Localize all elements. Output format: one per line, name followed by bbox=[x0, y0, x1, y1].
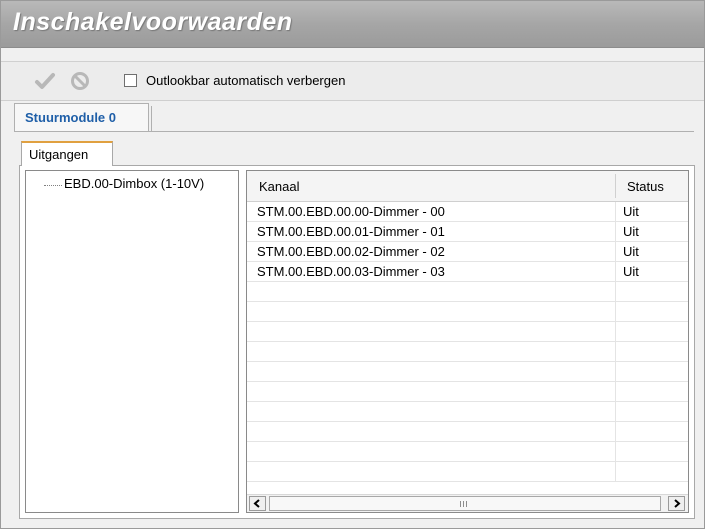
table-row[interactable]: STM.00.EBD.00.00-Dimmer - 00 Uit bbox=[247, 202, 688, 222]
tab-uitgangen-label: Uitgangen bbox=[29, 147, 89, 162]
empty-row bbox=[247, 422, 688, 442]
empty-row bbox=[247, 402, 688, 422]
empty-row bbox=[247, 382, 688, 402]
scroll-right-button[interactable] bbox=[668, 496, 685, 511]
empty-row bbox=[247, 462, 688, 482]
tab-stuurmodule[interactable]: Stuurmodule 0 bbox=[14, 103, 149, 131]
empty-row bbox=[247, 362, 688, 382]
scroll-left-button[interactable] bbox=[249, 496, 266, 511]
empty-row bbox=[247, 282, 688, 302]
cell-kanaal: STM.00.EBD.00.02-Dimmer - 02 bbox=[257, 244, 445, 259]
empty-row bbox=[247, 302, 688, 322]
cell-status: Uit bbox=[623, 264, 639, 279]
tree-item[interactable]: EBD.00-Dimbox (1-10V) bbox=[62, 175, 206, 192]
table-row[interactable]: STM.00.EBD.00.03-Dimmer - 03 Uit bbox=[247, 262, 688, 282]
main-window: Inschakelvoorwaarden Outlookbar automati… bbox=[0, 0, 705, 529]
auto-hide-checkbox[interactable] bbox=[124, 74, 137, 87]
column-header-kanaal[interactable]: Kanaal bbox=[259, 179, 299, 194]
checkmark-icon[interactable] bbox=[34, 70, 56, 92]
tab-divider bbox=[151, 106, 160, 132]
table-row[interactable]: STM.00.EBD.00.01-Dimmer - 01 Uit bbox=[247, 222, 688, 242]
scrollbar-thumb[interactable] bbox=[269, 496, 661, 511]
title-bar: Inschakelvoorwaarden bbox=[1, 1, 704, 48]
cell-kanaal: STM.00.EBD.00.03-Dimmer - 03 bbox=[257, 264, 445, 279]
channel-grid: Kanaal Status STM.00.EBD.00.00-Dimmer - … bbox=[246, 170, 689, 513]
cancel-icon[interactable] bbox=[69, 70, 91, 92]
cell-status: Uit bbox=[623, 224, 639, 239]
cell-kanaal: STM.00.EBD.00.00-Dimmer - 00 bbox=[257, 204, 445, 219]
grid-rows: STM.00.EBD.00.00-Dimmer - 00 Uit STM.00.E… bbox=[247, 202, 688, 482]
window-title: Inschakelvoorwaarden bbox=[13, 8, 293, 36]
chevron-right-icon bbox=[674, 499, 681, 508]
column-separator[interactable] bbox=[615, 174, 616, 198]
tab-stuurmodule-label: Stuurmodule 0 bbox=[25, 110, 117, 125]
column-header-status[interactable]: Status bbox=[627, 179, 664, 194]
grip-icon bbox=[460, 501, 468, 507]
chevron-left-icon bbox=[253, 499, 260, 508]
module-tree: EBD.00-Dimbox (1-10V) bbox=[25, 170, 239, 513]
cell-status: Uit bbox=[623, 244, 639, 259]
grid-header: Kanaal Status bbox=[247, 171, 688, 202]
empty-row bbox=[247, 322, 688, 342]
auto-hide-checkbox-label[interactable]: Outlookbar automatisch verbergen bbox=[146, 73, 345, 88]
toolbar: Outlookbar automatisch verbergen bbox=[1, 61, 704, 101]
cell-status: Uit bbox=[623, 204, 639, 219]
table-row[interactable]: STM.00.EBD.00.02-Dimmer - 02 Uit bbox=[247, 242, 688, 262]
empty-row bbox=[247, 442, 688, 462]
empty-row bbox=[247, 342, 688, 362]
tab-uitgangen[interactable]: Uitgangen bbox=[21, 141, 113, 166]
horizontal-scrollbar[interactable] bbox=[247, 494, 688, 512]
cell-kanaal: STM.00.EBD.00.01-Dimmer - 01 bbox=[257, 224, 445, 239]
tree-connector bbox=[44, 185, 62, 186]
